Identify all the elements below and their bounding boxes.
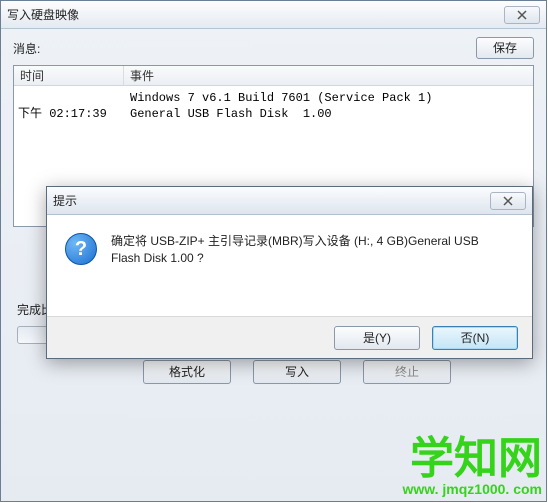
confirm-dialog: 提示 确定将 USB-ZIP+ 主引导记录(MBR)写入设备 (H:, 4 GB…: [46, 186, 533, 359]
dialog-text: 确定将 USB-ZIP+ 主引导记录(MBR)写入设备 (H:, 4 GB)Ge…: [111, 233, 479, 267]
log-body: Windows 7 v6.1 Build 7601 (Service Pack …: [14, 86, 533, 122]
main-title: 写入硬盘映像: [7, 6, 504, 23]
col-header-time[interactable]: 时间: [14, 66, 124, 85]
save-button[interactable]: 保存: [476, 37, 534, 59]
log-row: Windows 7 v6.1 Build 7601 (Service Pack …: [14, 90, 533, 106]
dialog-text-line: 确定将 USB-ZIP+ 主引导记录(MBR)写入设备 (H:, 4 GB)Ge…: [111, 233, 479, 250]
main-close-button[interactable]: [504, 6, 540, 24]
main-titlebar: 写入硬盘映像: [1, 1, 546, 29]
button-row: 格式化 写入 终止: [13, 360, 534, 384]
question-icon: [65, 233, 97, 265]
dialog-body: 确定将 USB-ZIP+ 主引导记录(MBR)写入设备 (H:, 4 GB)Ge…: [47, 215, 532, 267]
write-button[interactable]: 写入: [253, 360, 341, 384]
dialog-titlebar: 提示: [47, 187, 532, 215]
close-icon: [517, 10, 527, 20]
yes-button[interactable]: 是(Y): [334, 326, 420, 350]
message-label: 消息:: [13, 40, 476, 57]
col-header-event[interactable]: 事件: [124, 66, 533, 85]
dialog-text-line: Flash Disk 1.00 ?: [111, 250, 479, 267]
log-time: [14, 90, 124, 106]
format-button[interactable]: 格式化: [143, 360, 231, 384]
close-icon: [503, 196, 513, 206]
no-button[interactable]: 否(N): [432, 326, 518, 350]
stop-button[interactable]: 终止: [363, 360, 451, 384]
log-event: Windows 7 v6.1 Build 7601 (Service Pack …: [124, 90, 533, 106]
dialog-close-button[interactable]: [490, 192, 526, 210]
log-event: General USB Flash Disk 1.00: [124, 106, 533, 122]
log-row: 下午 02:17:39 General USB Flash Disk 1.00: [14, 106, 533, 122]
dialog-footer: 是(Y) 否(N): [47, 316, 532, 358]
log-header: 时间 事件: [14, 66, 533, 86]
dialog-title: 提示: [53, 192, 490, 209]
log-time: 下午 02:17:39: [14, 106, 124, 122]
